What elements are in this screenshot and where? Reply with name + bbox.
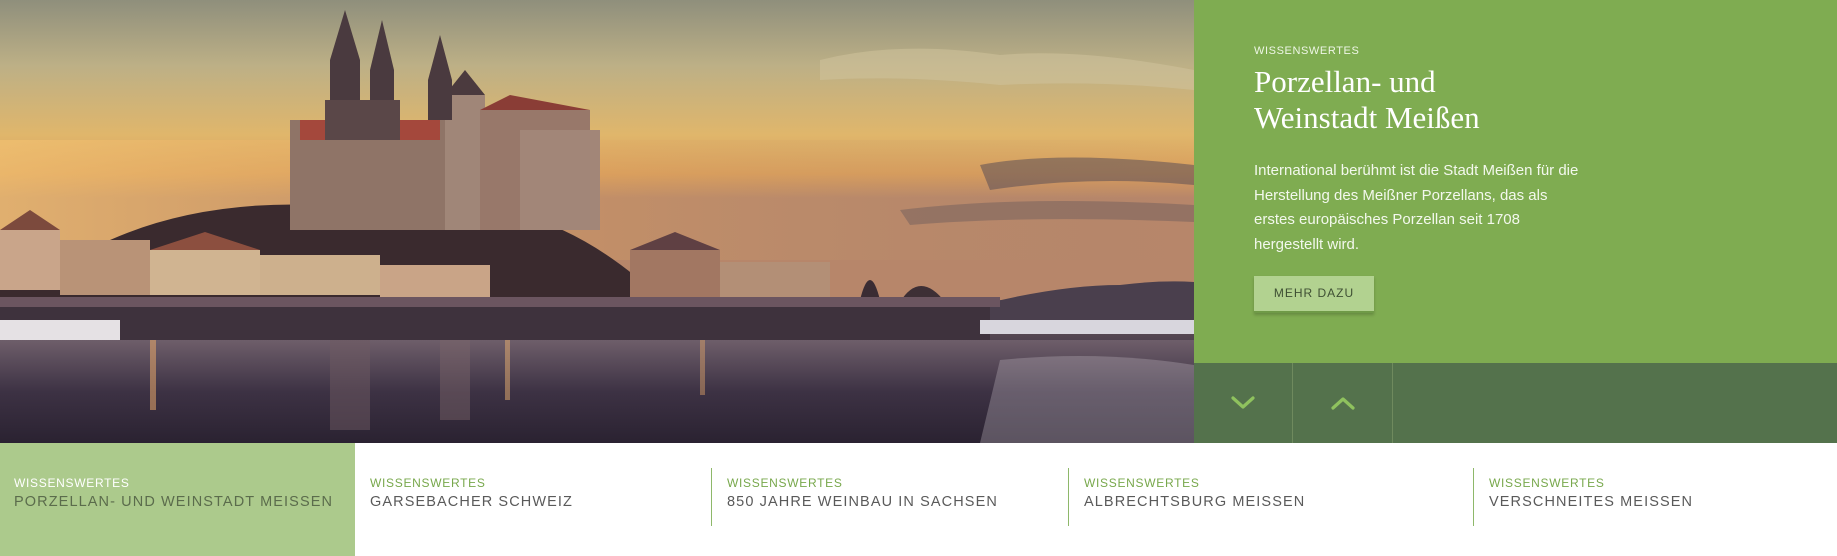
tab-eyebrow: WISSENSWERTES [1489, 476, 1605, 490]
tab-divider [1068, 468, 1069, 526]
tab-title: 850 JAHRE WEINBAU IN SACHSEN [727, 494, 998, 510]
feature-title-line1: Porzellan- und [1254, 64, 1436, 99]
tab-verschneites-meissen[interactable]: WISSENSWERTES VERSCHNEITES MEISSEN [1473, 443, 1837, 556]
chevron-down-icon [1231, 396, 1255, 409]
tab-porzellan-weinstadt-meissen[interactable]: WISSENSWERTES PORZELLAN- UND WEINSTADT M… [0, 443, 355, 556]
tab-eyebrow: WISSENSWERTES [727, 476, 843, 490]
previous-slide-button[interactable] [1294, 363, 1393, 443]
tab-title: GARSEBACHER SCHWEIZ [370, 494, 573, 510]
tab-albrechtsburg-meissen[interactable]: WISSENSWERTES ALBRECHTSBURG MEISSEN [1068, 443, 1473, 556]
tab-850-jahre-weinbau[interactable]: WISSENSWERTES 850 JAHRE WEINBAU IN SACHS… [711, 443, 1068, 556]
tab-eyebrow: WISSENSWERTES [1084, 476, 1200, 490]
feature-description: International berühmt ist die Stadt Meiß… [1254, 162, 1579, 253]
slider-navigation [1194, 363, 1837, 443]
hero-image [0, 0, 1194, 443]
feature-title-line2: Weinstadt Meißen [1254, 100, 1480, 135]
tab-divider [711, 468, 712, 526]
tab-title: VERSCHNEITES MEISSEN [1489, 494, 1694, 510]
slider-tabs: WISSENSWERTES PORZELLAN- UND WEINSTADT M… [0, 443, 1837, 556]
feature-title: Porzellan- und Weinstadt Meißen [1254, 64, 1674, 136]
tab-divider [1473, 468, 1474, 526]
tab-title: ALBRECHTSBURG MEISSEN [1084, 494, 1306, 510]
feature-panel: WISSENSWERTES Porzellan- und Weinstadt M… [1194, 0, 1837, 363]
tab-eyebrow: WISSENSWERTES [14, 476, 130, 490]
tab-title: PORZELLAN- UND WEINSTADT MEISSEN [14, 494, 334, 510]
next-slide-button[interactable] [1194, 363, 1293, 443]
tab-garsebacher-schweiz[interactable]: WISSENSWERTES GARSEBACHER SCHWEIZ [355, 443, 710, 556]
feature-eyebrow: WISSENSWERTES [1254, 45, 1360, 57]
castle-photo-illustration [0, 0, 1194, 443]
more-button[interactable]: MEHR DAZU [1254, 276, 1374, 313]
chevron-up-icon [1331, 397, 1355, 410]
tab-eyebrow: WISSENSWERTES [370, 476, 486, 490]
